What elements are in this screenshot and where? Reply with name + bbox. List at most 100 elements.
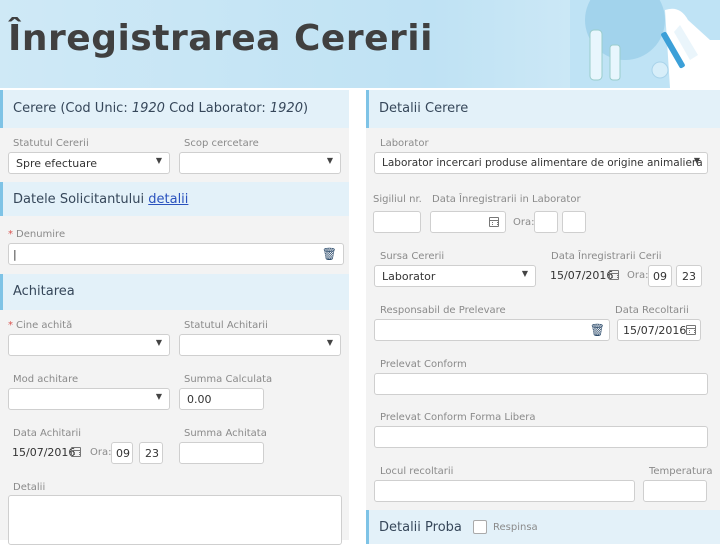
detalii-label: Detalii	[13, 482, 46, 493]
sursa-cererii-label: Sursa Cererii	[380, 251, 445, 262]
locul-recoltarii-input[interactable]	[374, 480, 635, 502]
banner: Înregistrarea Cererii	[0, 0, 720, 88]
mod-achitare-select[interactable]: ▼	[8, 388, 170, 410]
ora-label: Ora:	[627, 270, 649, 281]
data-recoltarii-value: 15/07/2016	[623, 324, 687, 337]
solicitant-section-header: Datele Solicitantului detalii	[0, 182, 349, 216]
right-column: Detalii Cerere Laborator Laborator incer…	[366, 90, 720, 544]
statutul-achitarii-select[interactable]: ▼	[179, 334, 341, 356]
data-achitarii-label: Data Achitarii	[13, 428, 82, 439]
minute-input[interactable]: 23	[676, 265, 702, 287]
calendar-icon[interactable]	[686, 325, 696, 335]
page-title: Înregistrarea Cererii	[8, 18, 433, 59]
data-inreg-lab-input[interactable]	[430, 211, 506, 233]
data-achitarii-value: 15/07/2016	[12, 446, 76, 459]
sigiliul-label: Sigiliul nr.	[373, 194, 422, 205]
caret-down-icon: ▼	[155, 392, 162, 401]
prelevat-forma-libera-input[interactable]	[374, 426, 708, 448]
calendar-icon[interactable]	[489, 217, 499, 227]
detalii-cerere-title: Detalii Cerere	[379, 101, 469, 116]
cine-achita-select[interactable]: ▼	[8, 334, 170, 356]
prelevat-conform-label: Prelevat Conform	[380, 359, 467, 370]
data-inreg-cerii-label: Data Înregistrarii Cerii	[551, 251, 662, 262]
trash-icon[interactable]: 🗑	[590, 323, 605, 337]
caret-down-icon: ▼	[693, 156, 700, 165]
cerere-mid: Cod Laborator:	[164, 101, 270, 116]
caret-down-icon: ▼	[326, 338, 333, 347]
summa-achitata-label: Summa Achitata	[184, 428, 267, 439]
cerere-suffix: )	[302, 101, 309, 116]
lab-illustration	[570, 0, 720, 88]
caret-down-icon: ▼	[326, 156, 333, 165]
calendar-icon[interactable]	[609, 270, 619, 280]
solicitant-details-link[interactable]: detalii	[148, 192, 188, 207]
denumire-label-text: Denumire	[16, 229, 66, 240]
statutul-cererii-label: Statutul Cererii	[13, 138, 89, 149]
statutul-achitarii-label: Statutul Achitarii	[184, 320, 268, 331]
detalii-proba-section-header: Detalii Proba Respinsa	[366, 510, 720, 544]
data-recoltarii-input[interactable]: 15/07/2016	[617, 319, 701, 341]
cine-achita-label-text: Cine achită	[16, 320, 73, 331]
statutul-cererii-value: Spre efectuare	[16, 157, 98, 170]
sigiliul-input[interactable]	[373, 211, 421, 233]
responsabil-input[interactable]: 🗑	[374, 319, 610, 341]
laborator-value: Laborator incercari produse alimentare d…	[382, 157, 703, 169]
denumire-value: |	[13, 248, 17, 261]
minute-input[interactable]: 23	[139, 442, 163, 464]
cerere-section-header: Cerere (Cod Unic: 1920 Cod Laborator: 19…	[0, 90, 349, 128]
laborator-select[interactable]: Laborator incercari produse alimentare d…	[374, 152, 708, 174]
achitarea-title: Achitarea	[13, 284, 75, 299]
denumire-input[interactable]: | 🗑	[8, 243, 344, 265]
data-inreg-lab-label: Data Înregistrarii in Laborator	[432, 194, 581, 205]
detalii-cerere-section-header: Detalii Cerere	[366, 90, 720, 128]
respinsa-label: Respinsa	[493, 522, 538, 533]
hour-value: 09	[653, 270, 667, 283]
temperatura-label: Temperatura	[649, 466, 713, 477]
achitarea-section-header: Achitarea	[0, 274, 349, 310]
prelevat-forma-libera-label: Prelevat Conform Forma Libera	[380, 412, 536, 423]
cerere-title: Cerere (Cod Unic: 1920 Cod Laborator: 19…	[13, 101, 308, 116]
sursa-cererii-value: Laborator	[382, 270, 436, 283]
solicitant-title: Datele Solicitantului detalii	[13, 192, 188, 207]
hour-value: 09	[116, 447, 130, 460]
hour-input[interactable]: 09	[648, 265, 672, 287]
scop-cercetare-select[interactable]: ▼	[179, 152, 341, 174]
hour-input[interactable]: 09	[111, 442, 133, 464]
responsabil-label: Responsabil de Prelevare	[380, 305, 506, 316]
caret-down-icon: ▼	[155, 338, 162, 347]
minute-value: 23	[145, 447, 159, 460]
prelevat-conform-input[interactable]	[374, 373, 708, 395]
temperatura-input[interactable]	[643, 480, 707, 502]
locul-recoltarii-label: Locul recoltarii	[380, 466, 454, 477]
data-inreg-cerii-input[interactable]: 15/07/2016	[546, 265, 622, 287]
cod-laborator-value: 1920	[269, 101, 303, 116]
cod-unic-value: 1920	[131, 101, 165, 116]
statutul-cererii-select[interactable]: Spre efectuare ▼	[8, 152, 170, 174]
data-recoltarii-label: Data Recoltarii	[615, 305, 689, 316]
left-column: Cerere (Cod Unic: 1920 Cod Laborator: 19…	[0, 90, 349, 545]
scop-cercetare-label: Scop cercetare	[184, 138, 259, 149]
caret-down-icon: ▼	[521, 269, 528, 278]
caret-down-icon: ▼	[155, 156, 162, 165]
summa-calculata-label: Summa Calculata	[184, 374, 273, 385]
denumire-label: * Denumire	[8, 229, 65, 240]
cine-achita-label: * Cine achită	[8, 320, 72, 331]
detalii-textarea[interactable]	[8, 495, 342, 545]
data-achitarii-input[interactable]: 15/07/2016	[8, 442, 84, 464]
respinsa-checkbox[interactable]	[473, 520, 487, 534]
cerere-prefix: Cerere (Cod Unic:	[13, 101, 132, 116]
sursa-cererii-select[interactable]: Laborator ▼	[374, 265, 536, 287]
summa-calculata-input[interactable]: 0.00	[179, 388, 264, 410]
solicitant-title-text: Datele Solicitantului	[13, 192, 145, 207]
ora-label: Ora:	[513, 217, 535, 228]
data-inreg-cerii-value: 15/07/2016	[550, 269, 614, 282]
laborator-label: Laborator	[380, 138, 429, 149]
calendar-icon[interactable]	[71, 447, 81, 457]
trash-icon[interactable]: 🗑	[322, 247, 337, 261]
minute-value: 23	[682, 270, 696, 283]
hour-input[interactable]	[534, 211, 558, 233]
minute-input[interactable]	[562, 211, 586, 233]
detalii-proba-title: Detalii Proba	[379, 520, 462, 535]
ora-label: Ora:	[90, 447, 112, 458]
summa-achitata-input[interactable]	[179, 442, 264, 464]
